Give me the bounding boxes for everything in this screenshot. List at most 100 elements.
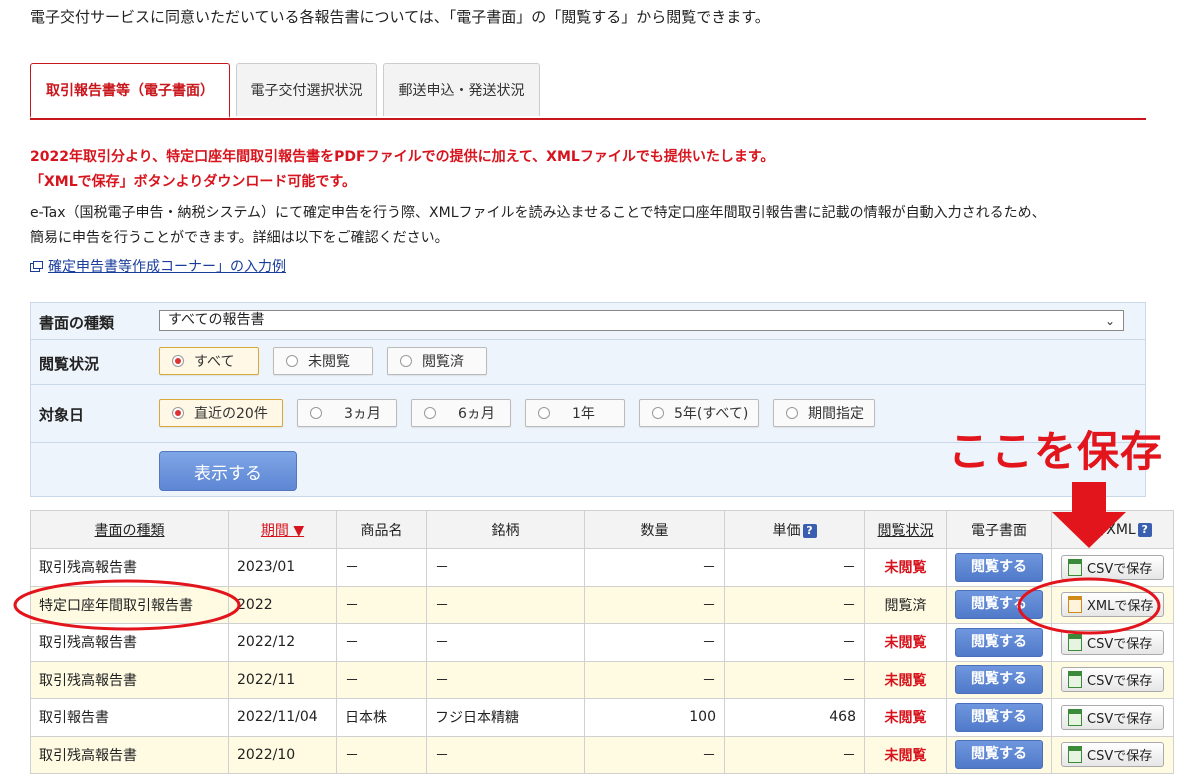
header-period[interactable]: 期間 ▼ — [228, 510, 337, 549]
external-window-icon — [30, 261, 43, 272]
date-radio-1year[interactable]: 1年 — [525, 399, 625, 427]
cell-e-document: 閲覧する — [946, 735, 1052, 774]
radio-dot-icon — [172, 355, 184, 367]
description-line-2: 簡易に申告を行うことができます。詳細は以下をご確認ください。 — [30, 230, 449, 246]
date-radio-recent20-label: 直近の20件 — [194, 406, 268, 422]
date-radio-5years-label: 5年(すべて) — [674, 406, 749, 422]
header-quantity: 数量 — [584, 510, 725, 549]
radio-dot-icon — [286, 355, 298, 367]
cell-e-document: 閲覧する — [946, 585, 1052, 624]
status-radio-read[interactable]: 閲覧済 — [387, 347, 487, 375]
csv-file-icon — [1068, 633, 1082, 651]
show-button[interactable]: 表示する — [159, 451, 297, 491]
cell-product: － — [336, 548, 427, 587]
cell-quantity: － — [584, 735, 725, 774]
table-row: 取引報告書 2022/11/04 日本株 フジ日本精糖 100 468 未閲覧 閲覧する CSV… — [30, 698, 1174, 737]
doc-type-label: 書面の種類 — [39, 314, 115, 332]
radio-dot-icon — [310, 407, 322, 419]
cell-doc-type: 取引残高報告書 — [30, 735, 229, 774]
view-button[interactable]: 閲覧する — [955, 627, 1043, 657]
cell-brand: － — [426, 735, 585, 774]
cell-product: － — [336, 735, 427, 774]
header-csv-xml: CSV/XML? — [1051, 510, 1174, 549]
report-table: 書面の種類 期間 ▼ 商品名 銘柄 数量 単価? 閲覧状況 電子書面 CSV/X… — [30, 510, 1174, 774]
date-radio-3months[interactable]: 3ヵ月 — [297, 399, 397, 427]
date-radio-6months[interactable]: 6ヵ月 — [411, 399, 511, 427]
date-radio-5years[interactable]: 5年(すべて) — [639, 399, 759, 427]
cell-doc-type: 取引残高報告書 — [30, 548, 229, 587]
date-radio-recent20[interactable]: 直近の20件 — [159, 399, 283, 427]
header-unit-price: 単価? — [724, 510, 865, 549]
header-csv-xml-text: CSV/XML — [1073, 521, 1136, 538]
tax-filing-corner-link[interactable]: 確定申告書等作成コーナー」の入力例 — [30, 256, 286, 276]
cell-save: CSVで保存 — [1051, 548, 1174, 587]
cell-view-status: 未閲覧 — [864, 660, 947, 699]
cell-period: 2022/11 — [228, 660, 337, 699]
cell-period: 2022/12 — [228, 623, 337, 662]
table-row: 取引残高報告書 2022/12 －－－－未閲覧 閲覧する CSVで保存 — [30, 623, 1174, 662]
table-row: 取引残高報告書 2023/01 －－－－未閲覧 閲覧する CSVで保存 — [30, 548, 1174, 587]
cell-view-status: 未閲覧 — [864, 735, 947, 774]
save-button-label: CSVで保存 — [1087, 674, 1153, 690]
table-row: 取引残高報告書 2022/11 －－－－未閲覧 閲覧する CSVで保存 — [30, 660, 1174, 699]
tab-delivery-selection[interactable]: 電子交付選択状況 — [236, 63, 377, 116]
radio-dot-icon — [538, 407, 550, 419]
cell-save: CSVで保存 — [1051, 698, 1174, 737]
save-button-label: CSVで保存 — [1087, 749, 1153, 765]
csv-save-button[interactable]: CSVで保存 — [1061, 742, 1164, 768]
table-row: 特定口座年間取引報告書 2022 －－－－閲覧済 閲覧する XMLで保存 — [30, 585, 1174, 624]
cell-period: 2022/10 — [228, 735, 337, 774]
tab-electronic-documents[interactable]: 取引報告書等（電子書面） — [30, 63, 230, 118]
view-button[interactable]: 閲覧する — [955, 740, 1043, 770]
doc-type-select[interactable]: すべての報告書 ⌄ — [159, 310, 1124, 331]
intro-text: 電子交付サービスに同意いただいている各報告書については、「電子書面」の「閲覧する… — [30, 8, 770, 26]
cell-brand: － — [426, 548, 585, 587]
view-button[interactable]: 閲覧する — [955, 665, 1043, 695]
cell-brand: － — [426, 623, 585, 662]
date-label: 対象日 — [39, 406, 85, 424]
description-line-1: e-Tax（国税電子申告・納税システム）にて確定申告を行う際、XMLファイルを読… — [30, 205, 1046, 221]
view-button[interactable]: 閲覧する — [955, 702, 1043, 732]
cell-period: 2022/11/04 — [228, 698, 337, 737]
cell-view-status: 閲覧済 — [864, 585, 947, 624]
header-view-status[interactable]: 閲覧状況 — [864, 510, 947, 549]
date-radio-custom[interactable]: 期間指定 — [773, 399, 875, 427]
cell-product: － — [336, 585, 427, 624]
save-button-label: CSVで保存 — [1087, 561, 1153, 577]
date-radio-3months-label: 3ヵ月 — [344, 406, 381, 422]
view-button[interactable]: 閲覧する — [955, 590, 1043, 620]
table-row: 取引残高報告書 2022/10 －－－－未閲覧 閲覧する CSVで保存 — [30, 735, 1174, 774]
csv-save-button[interactable]: CSVで保存 — [1061, 704, 1164, 730]
status-radio-unread[interactable]: 未閲覧 — [273, 347, 373, 375]
csv-file-icon — [1068, 746, 1082, 764]
header-doc-type[interactable]: 書面の種類 — [30, 510, 229, 549]
doc-type-select-value: すべての報告書 — [168, 312, 265, 328]
cell-quantity: － — [584, 623, 725, 662]
cell-view-status: 未閲覧 — [864, 698, 947, 737]
cell-unit-price: － — [724, 735, 865, 774]
help-icon[interactable]: ? — [1137, 522, 1152, 537]
xml-save-button[interactable]: XMLで保存 — [1061, 592, 1164, 618]
status-radio-read-label: 閲覧済 — [422, 354, 464, 370]
xml-file-icon — [1068, 596, 1082, 614]
radio-dot-icon — [786, 407, 798, 419]
status-radio-all[interactable]: すべて — [159, 347, 259, 375]
cell-unit-price: － — [724, 548, 865, 587]
header-unit-price-text: 単価 — [772, 522, 801, 539]
cell-e-document: 閲覧する — [946, 698, 1052, 737]
csv-file-icon — [1068, 708, 1082, 726]
tab-bar: 取引報告書等（電子書面） 電子交付選択状況 郵送申込・発送状況 — [30, 63, 1146, 120]
csv-save-button[interactable]: CSVで保存 — [1061, 629, 1164, 655]
radio-dot-icon — [172, 407, 184, 419]
cell-brand: フジ日本精糖 — [426, 698, 585, 737]
cell-view-status: 未閲覧 — [864, 548, 947, 587]
cell-brand: － — [426, 585, 585, 624]
csv-save-button[interactable]: CSVで保存 — [1061, 667, 1164, 693]
csv-save-button[interactable]: CSVで保存 — [1061, 554, 1164, 580]
help-icon[interactable]: ? — [802, 523, 817, 538]
radio-dot-icon — [400, 355, 412, 367]
cell-product: － — [336, 623, 427, 662]
view-button[interactable]: 閲覧する — [955, 552, 1043, 582]
cell-save: CSVで保存 — [1051, 660, 1174, 699]
tab-mail-status[interactable]: 郵送申込・発送状況 — [383, 63, 540, 116]
